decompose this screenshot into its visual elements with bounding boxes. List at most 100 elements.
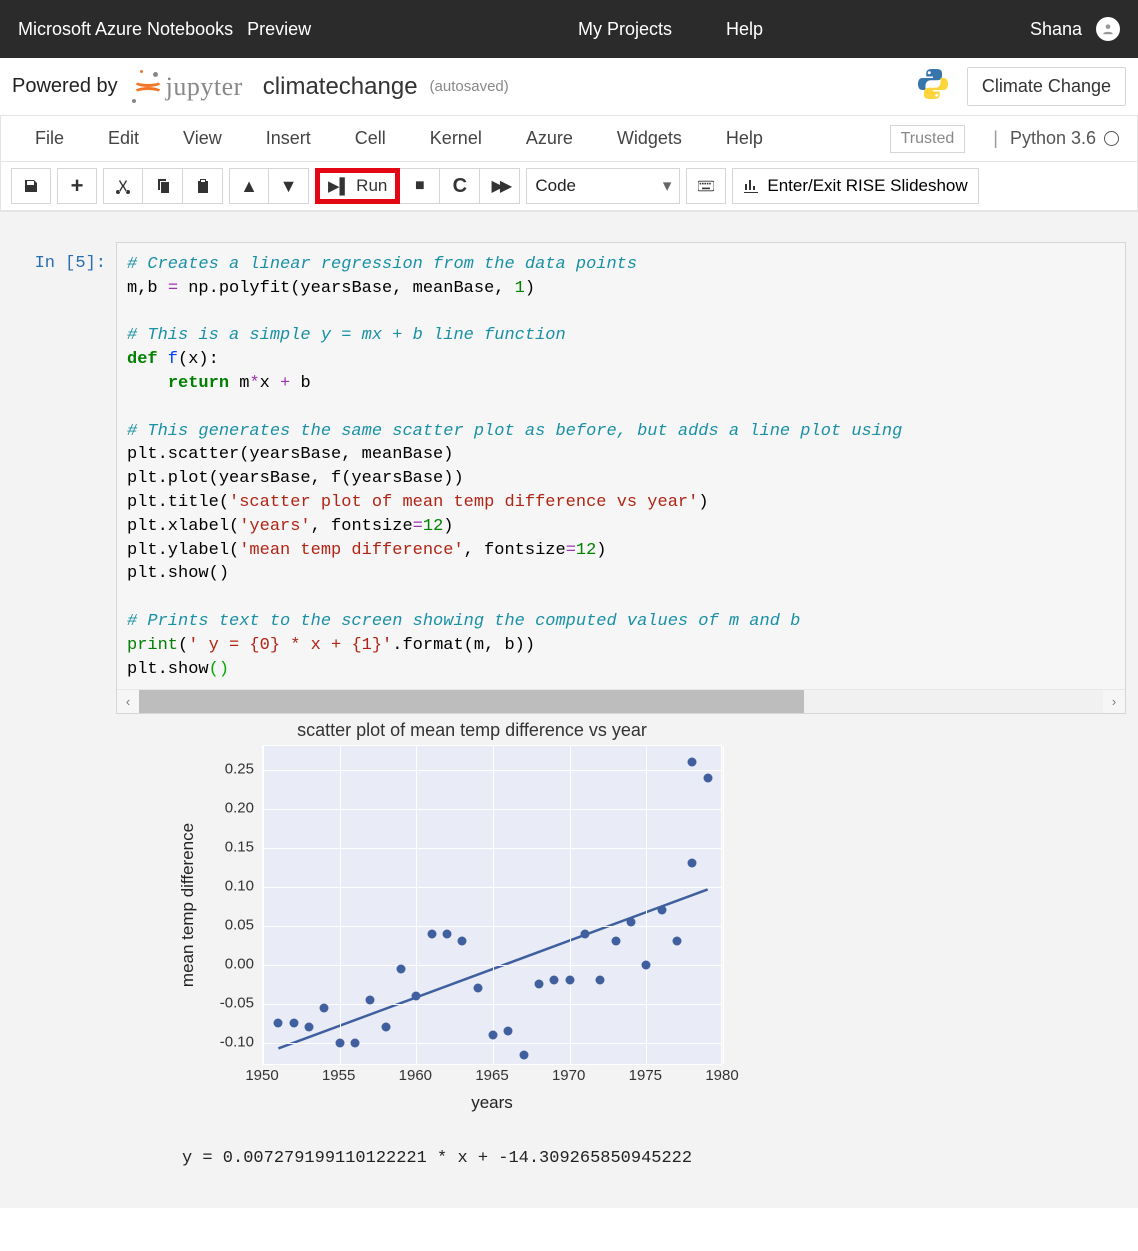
chart-point bbox=[427, 929, 436, 938]
menu-kernel[interactable]: Kernel bbox=[408, 120, 504, 157]
chart-point bbox=[489, 1031, 498, 1040]
chart-point bbox=[627, 917, 636, 926]
scrollbar-track[interactable] bbox=[139, 690, 1103, 713]
move-group: ▲ ▼ bbox=[229, 168, 309, 204]
move-down-button[interactable]: ▼ bbox=[269, 168, 309, 204]
menu-view[interactable]: View bbox=[161, 120, 244, 157]
code-cell[interactable]: In [5]: # Creates a linear regression fr… bbox=[12, 242, 1126, 714]
chart-point bbox=[611, 937, 620, 946]
chart-point bbox=[657, 906, 666, 915]
scroll-right-arrow[interactable]: › bbox=[1103, 694, 1125, 709]
chart-point bbox=[366, 996, 375, 1005]
nav-help[interactable]: Help bbox=[726, 19, 763, 40]
chart-ylabel: mean temp difference bbox=[178, 823, 198, 987]
cell-output: scatter plot of mean temp difference vs … bbox=[182, 714, 1126, 1123]
cell-type-select[interactable]: Code ▾ bbox=[526, 168, 680, 204]
chart-title: scatter plot of mean temp difference vs … bbox=[222, 720, 722, 741]
scissors-icon bbox=[115, 178, 131, 194]
insert-cell-button[interactable]: + bbox=[57, 168, 97, 204]
interrupt-button[interactable]: ■ bbox=[400, 168, 440, 204]
chart-point bbox=[642, 960, 651, 969]
chart-point bbox=[289, 1019, 298, 1028]
menu-insert[interactable]: Insert bbox=[244, 120, 333, 157]
kernel-select-button[interactable]: Climate Change bbox=[967, 67, 1126, 106]
restart-run-all-button[interactable]: ▶▶ bbox=[480, 168, 520, 204]
menu-widgets[interactable]: Widgets bbox=[595, 120, 704, 157]
product-name: Microsoft Azure Notebooks bbox=[18, 19, 233, 40]
menu-cell[interactable]: Cell bbox=[333, 120, 408, 157]
run-group: ▶▌ Run ■ C ▶▶ bbox=[315, 168, 520, 204]
chart-point bbox=[458, 937, 467, 946]
rise-slideshow-button[interactable]: Enter/Exit RISE Slideshow bbox=[732, 168, 978, 204]
menu-help[interactable]: Help bbox=[704, 120, 785, 157]
nav-my-projects[interactable]: My Projects bbox=[578, 19, 672, 40]
powered-by-label: Powered by bbox=[12, 75, 118, 98]
chart-point bbox=[397, 964, 406, 973]
notebook-area[interactable]: In [5]: # Creates a linear regression fr… bbox=[0, 211, 1138, 1208]
chart-point bbox=[550, 976, 559, 985]
jupyter-wordmark: jupyter bbox=[166, 72, 243, 102]
chart-point bbox=[565, 976, 574, 985]
chart-point bbox=[703, 773, 712, 782]
menu-edit[interactable]: Edit bbox=[86, 120, 161, 157]
kernel-status-icon bbox=[1104, 131, 1119, 146]
chart-point bbox=[504, 1027, 513, 1036]
chart-point bbox=[673, 937, 682, 946]
chart-point bbox=[412, 992, 421, 1001]
bar-chart-icon bbox=[743, 178, 759, 194]
keyboard-icon bbox=[698, 178, 714, 194]
menu-bar: File Edit View Insert Cell Kernel Azure … bbox=[0, 115, 1138, 162]
run-label: Run bbox=[356, 176, 387, 196]
kernel-indicator[interactable]: | Python 3.6 bbox=[993, 128, 1119, 149]
command-palette-button[interactable] bbox=[686, 168, 726, 204]
menu-file[interactable]: File bbox=[13, 120, 86, 157]
run-icon: ▶▌ bbox=[328, 177, 350, 195]
save-button[interactable] bbox=[11, 168, 51, 204]
chart-point bbox=[335, 1038, 344, 1047]
input-prompt: In [5]: bbox=[12, 242, 116, 273]
run-button[interactable]: ▶▌ Run bbox=[315, 168, 400, 204]
autosave-status: (autosaved) bbox=[430, 78, 509, 95]
horizontal-scrollbar[interactable]: ‹ › bbox=[117, 689, 1125, 713]
code-editor[interactable]: # Creates a linear regression from the d… bbox=[117, 243, 1125, 689]
user-avatar-icon[interactable] bbox=[1096, 17, 1120, 41]
chart-xlabel: years bbox=[262, 1093, 722, 1113]
chart-point bbox=[320, 1003, 329, 1012]
jupyter-logo[interactable]: jupyter bbox=[130, 72, 243, 102]
move-up-button[interactable]: ▲ bbox=[229, 168, 269, 204]
jupyter-icon bbox=[130, 72, 160, 102]
chart-plot-area bbox=[262, 745, 722, 1065]
chart-point bbox=[473, 984, 482, 993]
code-input[interactable]: # Creates a linear regression from the d… bbox=[116, 242, 1126, 714]
paste-icon bbox=[195, 178, 211, 194]
chart-point bbox=[381, 1023, 390, 1032]
user-name[interactable]: Shana bbox=[1030, 19, 1082, 40]
cut-button[interactable] bbox=[103, 168, 143, 204]
chart-point bbox=[305, 1023, 314, 1032]
trusted-indicator[interactable]: Trusted bbox=[890, 125, 966, 153]
chart-point bbox=[688, 859, 697, 868]
preview-badge: Preview bbox=[247, 19, 311, 40]
output-stdout: y = 0.007279199110122221 * x + -14.30926… bbox=[182, 1149, 1126, 1168]
cell-type-value: Code bbox=[535, 176, 576, 196]
menu-azure[interactable]: Azure bbox=[504, 120, 595, 157]
scrollbar-thumb[interactable] bbox=[139, 690, 804, 713]
restart-button[interactable]: C bbox=[440, 168, 480, 204]
chart-point bbox=[581, 929, 590, 938]
chart-point bbox=[351, 1038, 360, 1047]
chevron-down-icon: ▾ bbox=[663, 176, 672, 196]
scroll-left-arrow[interactable]: ‹ bbox=[117, 694, 139, 709]
toolbar: + ▲ ▼ ▶▌ Run ■ C ▶▶ Code ▾ Enter/Exit RI… bbox=[0, 162, 1138, 211]
chart-point bbox=[274, 1019, 283, 1028]
copy-button[interactable] bbox=[143, 168, 183, 204]
chart-point bbox=[519, 1050, 528, 1059]
save-icon bbox=[23, 178, 39, 194]
chart-point bbox=[443, 929, 452, 938]
output-chart: scatter plot of mean temp difference vs … bbox=[182, 720, 722, 1113]
chart-point bbox=[535, 980, 544, 989]
notebook-name[interactable]: climatechange bbox=[263, 73, 418, 101]
chart-point bbox=[596, 976, 605, 985]
edit-group bbox=[103, 168, 223, 204]
copy-icon bbox=[155, 178, 171, 194]
paste-button[interactable] bbox=[183, 168, 223, 204]
